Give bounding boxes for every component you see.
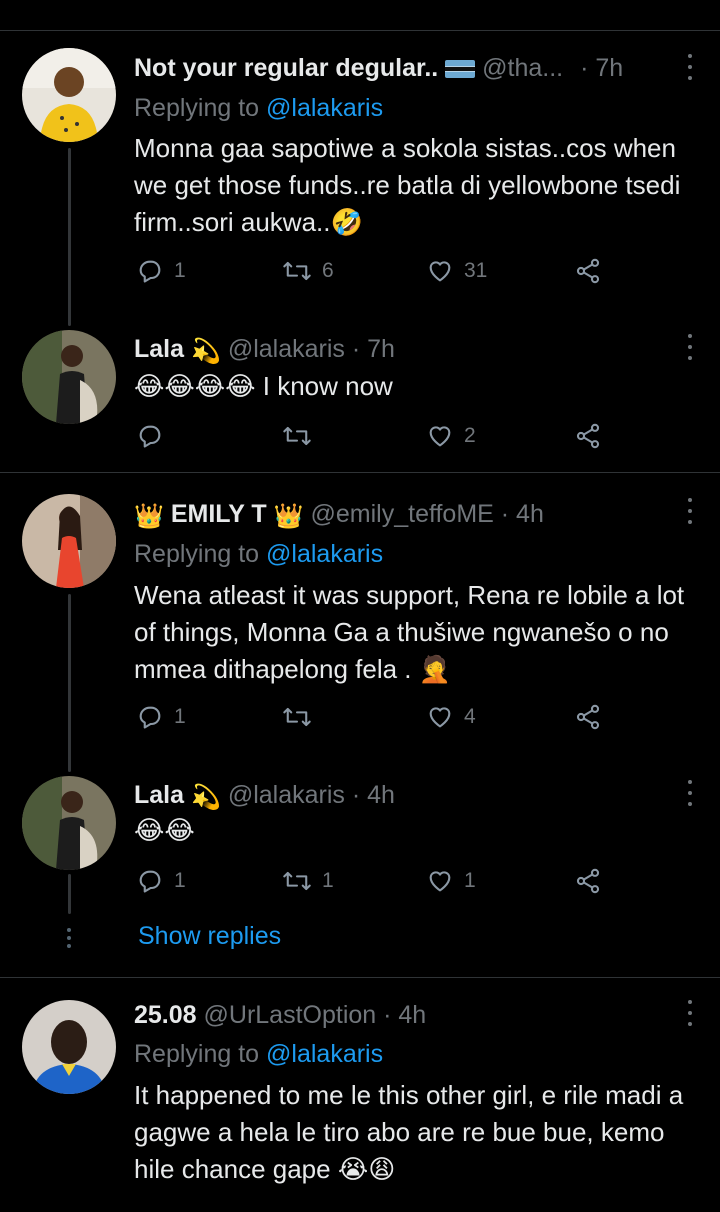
- replying-to: Replying to @lalakaris: [134, 1040, 384, 1068]
- display-name[interactable]: Lala: [134, 335, 184, 363]
- replying-to: Replying to @lalakaris: [134, 540, 384, 568]
- avatar[interactable]: [22, 330, 116, 424]
- retweet-button[interactable]: 6: [282, 257, 334, 285]
- like-count: 4: [464, 705, 476, 728]
- mention-link[interactable]: @lalakaris: [266, 94, 383, 122]
- top-divider: [0, 30, 720, 31]
- handle[interactable]: @tha...: [482, 54, 563, 82]
- retweet-icon: [283, 426, 311, 446]
- avatar[interactable]: [22, 776, 116, 870]
- reply-button[interactable]: 1: [136, 257, 186, 285]
- tweet-text: 😂😂😂😂 I know now: [134, 371, 393, 401]
- thread-more-dots: [66, 928, 72, 948]
- tweet-actions: 2: [134, 422, 614, 454]
- reply-count: 1: [174, 259, 186, 282]
- flag-icon: [445, 60, 476, 79]
- handle-and-time[interactable]: @UrLastOption · 4h: [204, 1001, 427, 1029]
- thread-line: [68, 594, 71, 772]
- tweet-actions: 1 6 31: [134, 257, 614, 289]
- share-icon: [576, 258, 600, 284]
- reply-button[interactable]: 1: [136, 867, 186, 895]
- like-icon: [429, 871, 451, 892]
- thread-line: [68, 148, 71, 326]
- show-replies-link[interactable]: Show replies: [138, 922, 281, 951]
- retweet-icon: [283, 261, 311, 281]
- like-button[interactable]: 1: [426, 867, 476, 895]
- replying-to: Replying to @lalakaris: [134, 94, 384, 122]
- retweet-icon: [283, 871, 311, 891]
- share-icon: [576, 704, 600, 730]
- tweet-header: Not your regular degular.. @tha... · 7h: [134, 52, 623, 84]
- display-name[interactable]: Lala: [134, 781, 184, 809]
- like-icon: [429, 261, 451, 282]
- more-icon[interactable]: [686, 54, 694, 80]
- tweet-text: It happened to me le this other girl, e …: [134, 1080, 684, 1184]
- handle-and-time[interactable]: @emily_teffoME · 4h: [311, 500, 544, 528]
- handle-and-time[interactable]: @lalakaris · 7h: [228, 335, 395, 363]
- timestamp[interactable]: · 7h: [580, 54, 623, 82]
- retweet-count: 1: [322, 869, 334, 892]
- retweet-button[interactable]: [282, 703, 322, 731]
- share-icon: [576, 868, 600, 894]
- avatar[interactable]: [22, 48, 116, 142]
- reply-icon: [139, 706, 161, 729]
- like-button[interactable]: 4: [426, 703, 476, 731]
- crown-emoji: 👑: [134, 503, 164, 530]
- mention-link[interactable]: @lalakaris: [266, 1040, 383, 1068]
- share-icon: [576, 423, 600, 449]
- tweet-text: 😂😂: [134, 815, 195, 845]
- reply-icon: [139, 260, 161, 283]
- display-name[interactable]: EMILY T: [171, 500, 267, 528]
- like-button[interactable]: 31: [426, 257, 487, 285]
- reply-button[interactable]: [136, 422, 174, 450]
- reply-icon: [139, 870, 161, 893]
- like-count: 2: [464, 424, 476, 447]
- retweet-count: 6: [322, 259, 334, 282]
- dizzy-emoji: 💫: [190, 784, 221, 811]
- tweet-header: Lala 💫 @lalakaris · 4h: [134, 779, 395, 814]
- more-icon[interactable]: [686, 1000, 694, 1026]
- thread-line: [68, 874, 71, 914]
- like-icon: [429, 426, 451, 447]
- more-icon[interactable]: [686, 780, 694, 806]
- like-button[interactable]: 2: [426, 422, 476, 450]
- display-name[interactable]: Not your regular degular..: [134, 54, 438, 82]
- retweet-button[interactable]: [282, 422, 322, 450]
- handle-and-time[interactable]: @lalakaris · 4h: [228, 781, 395, 809]
- tweet-header: 👑 EMILY T 👑 @emily_teffoME · 4h: [134, 498, 544, 533]
- tweet-actions: 1 1 1: [134, 867, 614, 899]
- share-button[interactable]: [574, 703, 602, 731]
- reply-button[interactable]: 1: [136, 703, 186, 731]
- avatar[interactable]: [22, 494, 116, 588]
- tweet-header: 25.08 @UrLastOption · 4h: [134, 999, 426, 1031]
- retweet-icon: [283, 707, 311, 727]
- more-icon[interactable]: [686, 334, 694, 360]
- tweet-text: Monna gaa sapotiwe a sokola sistas..cos …: [134, 133, 681, 237]
- share-button[interactable]: [574, 257, 602, 285]
- mention-link[interactable]: @lalakaris: [266, 540, 383, 568]
- display-name[interactable]: 25.08: [134, 1001, 197, 1029]
- tweet-text: Wena atleast it was support, Rena re lob…: [134, 580, 685, 684]
- like-icon: [429, 707, 451, 728]
- divider: [0, 977, 720, 978]
- share-button[interactable]: [574, 867, 602, 895]
- like-count: 1: [464, 869, 476, 892]
- tweet-actions: 1 4: [134, 703, 614, 735]
- more-icon[interactable]: [686, 498, 694, 524]
- share-button[interactable]: [574, 422, 602, 450]
- like-count: 31: [464, 259, 488, 282]
- dizzy-emoji: 💫: [190, 338, 221, 365]
- divider: [0, 472, 720, 473]
- avatar[interactable]: [22, 1000, 116, 1094]
- reply-icon: [139, 425, 161, 448]
- reply-count: 1: [174, 869, 186, 892]
- retweet-button[interactable]: 1: [282, 867, 334, 895]
- reply-count: 1: [174, 705, 186, 728]
- crown-emoji: 👑: [273, 503, 304, 530]
- tweet-header: Lala 💫 @lalakaris · 7h: [134, 333, 395, 368]
